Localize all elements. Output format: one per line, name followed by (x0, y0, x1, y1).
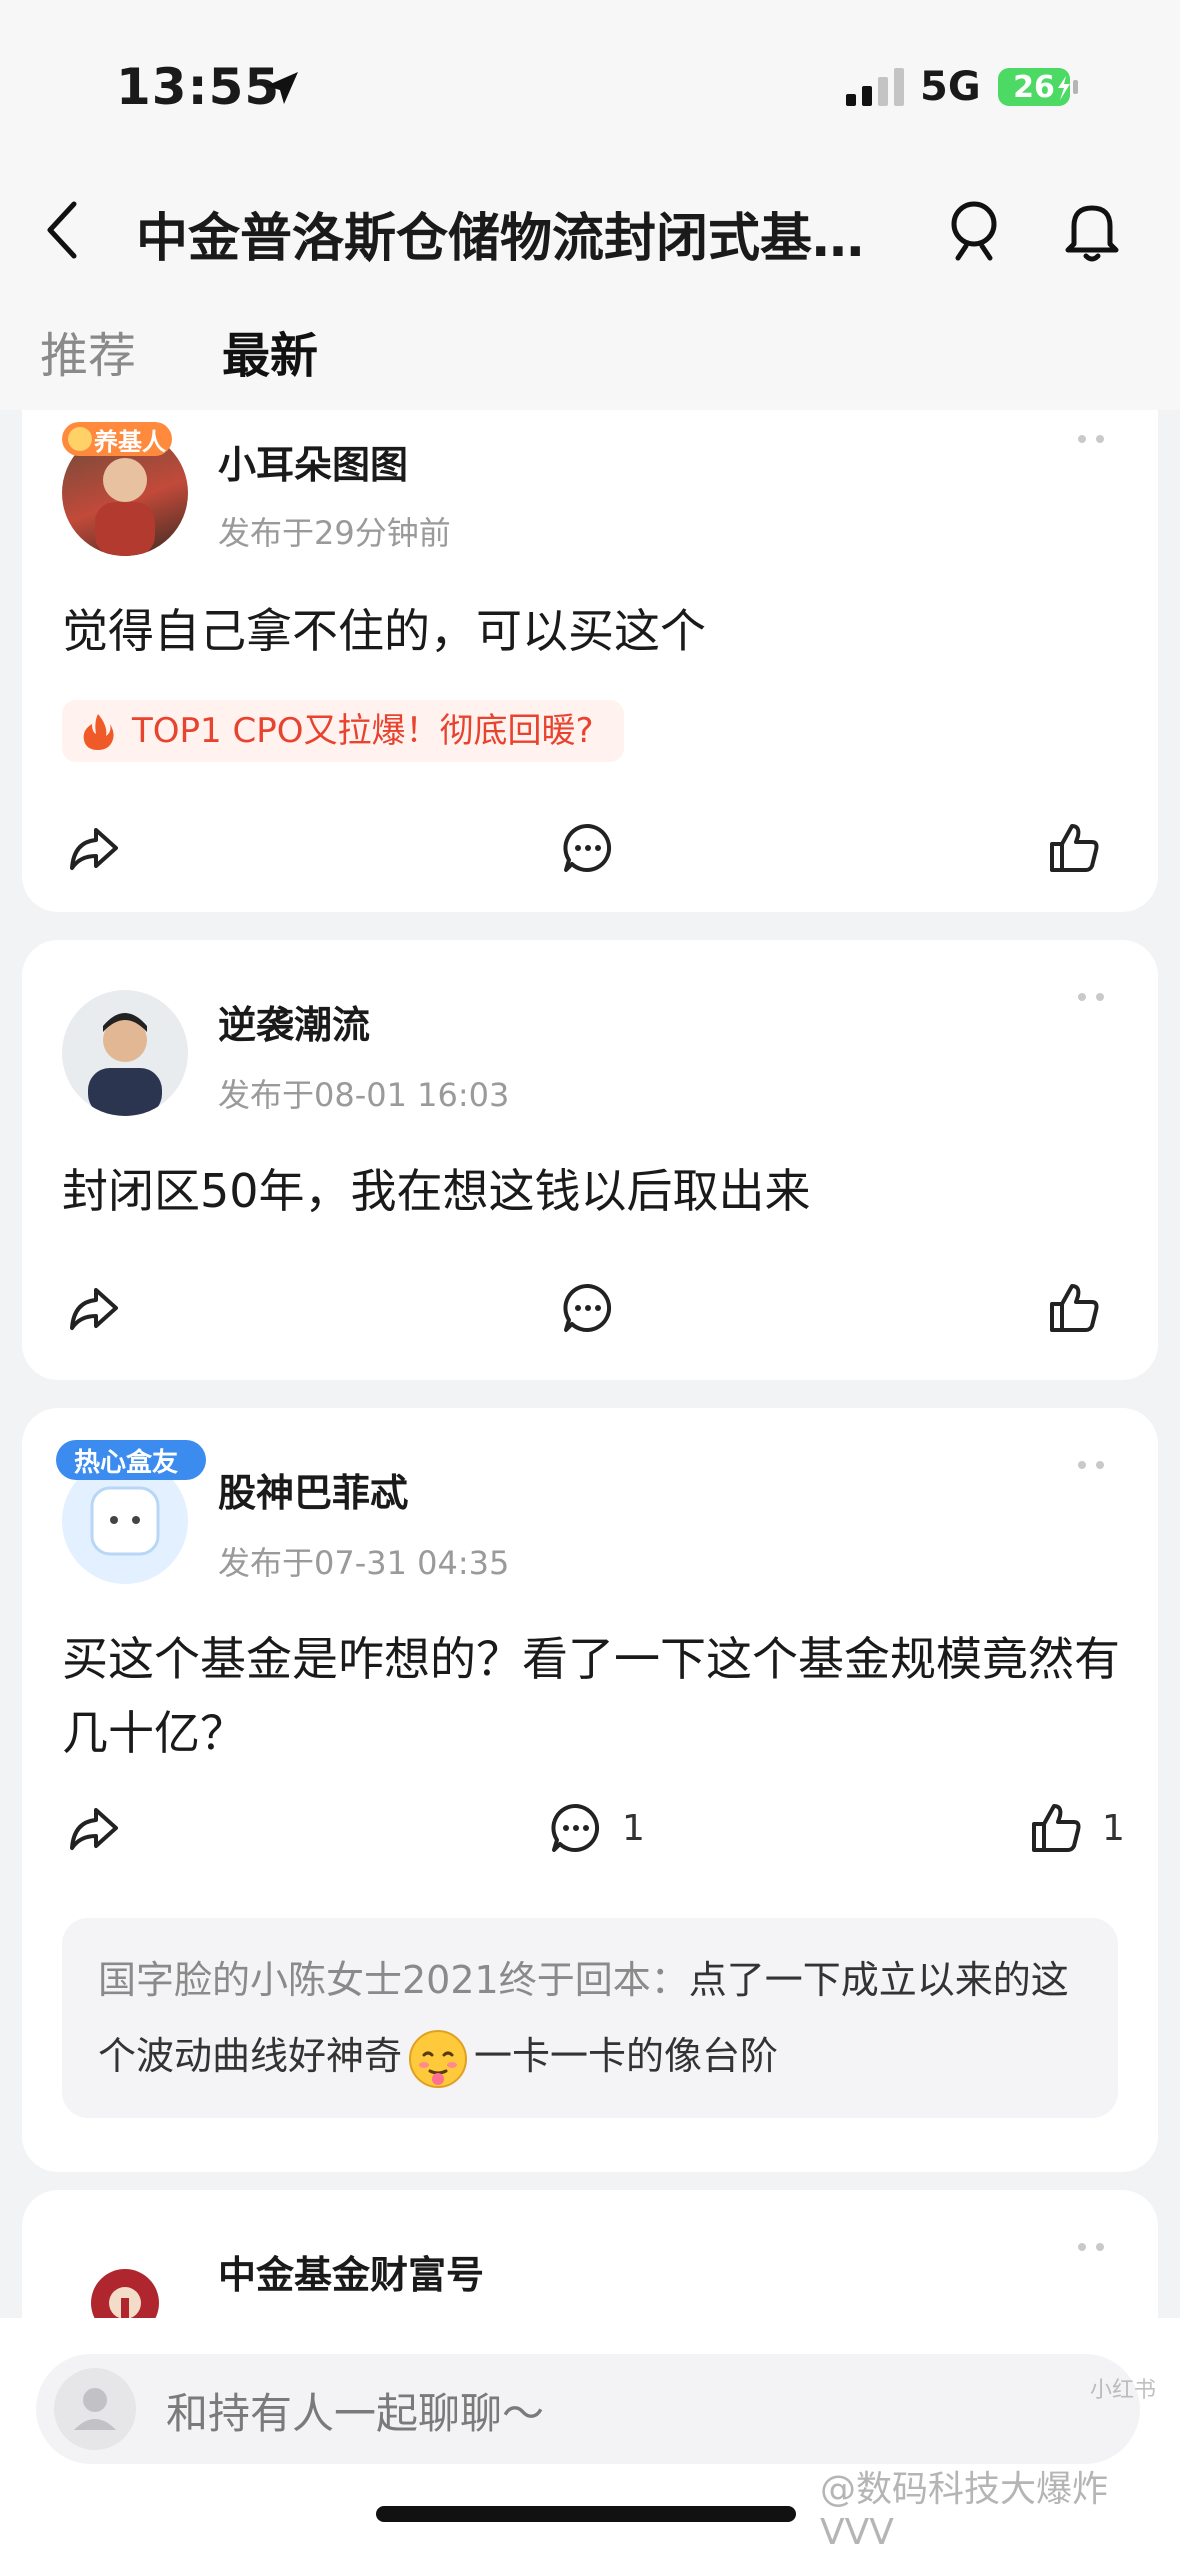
comment-button[interactable] (560, 1280, 616, 1336)
reply-author[interactable]: 国字脸的小陈女士2021终于回本： (98, 1958, 689, 2002)
page-title: 中金普洛斯仓储物流封闭式基… (136, 209, 865, 269)
comment-icon (551, 1803, 600, 1852)
thumbs-up-icon (1032, 1804, 1081, 1852)
share-icon (70, 1288, 118, 1330)
post-username[interactable]: 股神巴菲忒 (218, 1462, 408, 1517)
post-card[interactable]: 养基人 小耳朵图图 发布于29分钟前 觉得自己拿不住的，可以买这个 TOP1 C… (22, 410, 1158, 912)
battery-level: 26 (1013, 70, 1055, 105)
thumbs-up-icon (1050, 824, 1099, 872)
bell-icon[interactable] (1060, 196, 1124, 264)
like-count: 1 (1102, 1807, 1125, 1849)
comment-button[interactable]: 1 (548, 1800, 645, 1856)
share-button[interactable] (66, 1280, 122, 1336)
comment-icon (563, 823, 612, 872)
post-username[interactable]: 逆袭潮流 (218, 994, 370, 1049)
tab-recommended[interactable]: 推荐 (40, 316, 136, 386)
user-avatar-icon (54, 2368, 136, 2450)
post-card[interactable]: 逆袭潮流 发布于08-01 16:03 封闭区50年，我在想这钱以后取出来 (22, 940, 1158, 1380)
share-button[interactable] (66, 820, 122, 876)
more-icon[interactable] (1070, 2240, 1118, 2254)
post-username[interactable]: 小耳朵图图 (218, 434, 408, 489)
like-button[interactable] (1046, 820, 1102, 876)
share-button[interactable] (66, 1800, 122, 1856)
more-icon[interactable] (1070, 990, 1118, 1004)
post-content: 觉得自己拿不住的，可以买这个 (62, 604, 706, 658)
status-bar: 13:55 5G 26 (0, 0, 1180, 170)
like-button[interactable] (1046, 1280, 1102, 1336)
user-badge: 热心盒友 (74, 1448, 179, 1478)
fire-icon (83, 714, 114, 750)
post-card[interactable]: 热心盒友 股神巴菲忒 发布于07-31 04:35 买这个基金是咋想的？看了一下… (22, 1408, 1158, 2172)
reply-preview[interactable]: 国字脸的小陈女士2021终于回本：点了一下成立以来的这个波动曲线好神奇 一卡一卡… (62, 1918, 1118, 2118)
watermark: @数码科技大爆炸VVV (820, 2469, 1109, 2553)
comment-button[interactable] (560, 820, 616, 876)
reply-text: 国字脸的小陈女士2021终于回本：点了一下成立以来的这个波动曲线好神奇 一卡一卡… (98, 1942, 1088, 2094)
status-time: 13:55 (116, 58, 281, 116)
share-icon (70, 1808, 118, 1850)
blushing-emoji-icon (409, 2029, 468, 2088)
thumbs-up-icon (1050, 1284, 1099, 1332)
watermark-small: 小红书 (1090, 2378, 1157, 2403)
home-indicator[interactable] (376, 2506, 796, 2522)
chat-input-placeholder: 和持有人一起聊聊～ (166, 2389, 545, 2438)
post-time: 发布于07-31 04:35 (218, 1544, 510, 1582)
avatar-image (88, 1013, 162, 1116)
post-content: 买这个基金是咋想的？看了一下这个基金规模竟然有几十亿？ (62, 1632, 1120, 1760)
tab-latest[interactable]: 最新 (222, 316, 318, 386)
reply-body-b: 一卡一卡的像台阶 (474, 2034, 779, 2078)
comment-icon (563, 1283, 612, 1332)
share-icon (70, 828, 118, 870)
post-username[interactable]: 中金基金财富号 (218, 2244, 484, 2299)
back-icon[interactable] (40, 198, 84, 262)
hot-topic-tag[interactable]: TOP1 CPO又拉爆！彻底回暖? (62, 700, 624, 762)
post-time: 发布于29分钟前 (218, 514, 451, 552)
chat-input[interactable]: 和持有人一起聊聊～ (36, 2354, 1140, 2464)
location-arrow-icon (266, 72, 298, 104)
like-button[interactable]: 1 (1028, 1800, 1125, 1856)
hot-topic-text: TOP1 CPO又拉爆！彻底回暖? (132, 711, 594, 751)
avatar[interactable] (62, 990, 188, 1116)
user-badge: 养基人 (94, 428, 166, 456)
signal-icon (846, 68, 904, 106)
post-content: 封闭区50年，我在想这钱以后取出来 (62, 1164, 811, 1218)
more-icon[interactable] (1070, 432, 1118, 446)
network-type: 5G (920, 64, 981, 110)
more-icon[interactable] (1070, 1458, 1118, 1472)
post-time: 发布于08-01 16:03 (218, 1076, 510, 1114)
comment-count: 1 (622, 1807, 645, 1849)
search-icon[interactable] (944, 196, 1004, 264)
